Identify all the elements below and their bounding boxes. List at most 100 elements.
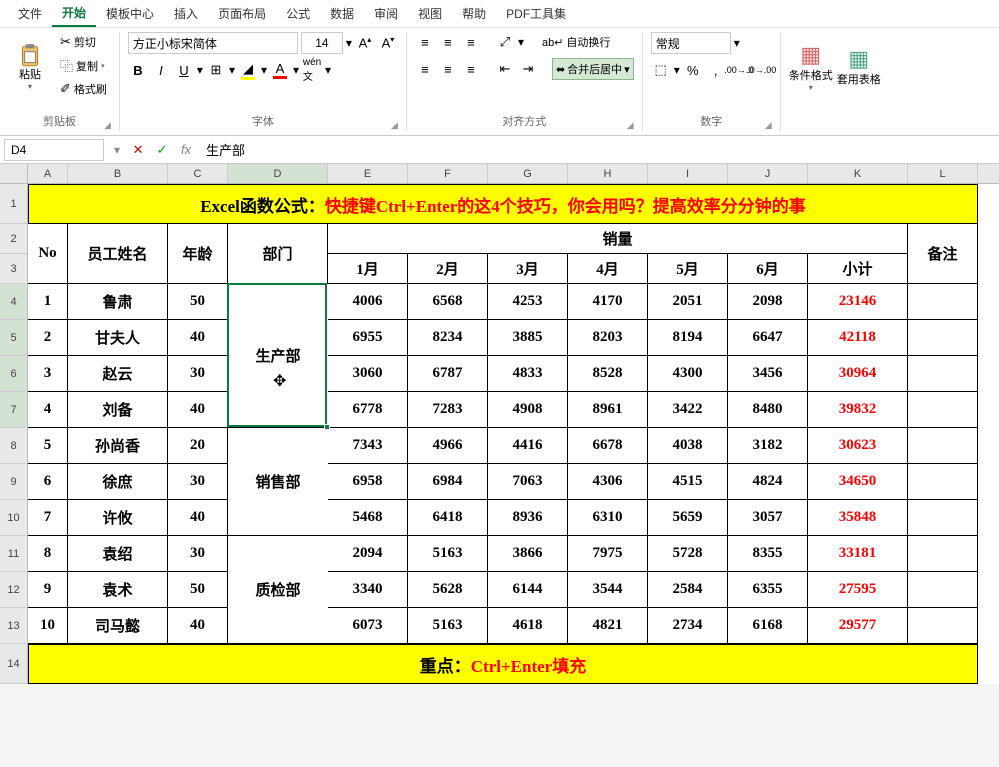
menu-review[interactable]: 审阅 xyxy=(364,1,408,26)
increase-font-button[interactable]: A▴ xyxy=(355,33,375,53)
bold-button[interactable]: B xyxy=(128,60,148,80)
menu-insert[interactable]: 插入 xyxy=(164,1,208,26)
menu-formula[interactable]: 公式 xyxy=(276,1,320,26)
paste-button[interactable]: 粘贴 ▾ xyxy=(8,32,52,102)
header-month-3[interactable]: 3月 xyxy=(488,254,568,284)
fill-color-button[interactable]: ◢ xyxy=(238,60,258,80)
formula-input[interactable] xyxy=(198,139,999,161)
row-header-11[interactable]: 11 xyxy=(0,536,28,572)
phonetic-button[interactable]: wén文 xyxy=(302,60,322,80)
menu-data[interactable]: 数据 xyxy=(320,1,364,26)
align-middle-button[interactable]: ≡ xyxy=(438,32,458,52)
header-month-2[interactable]: 2月 xyxy=(408,254,488,284)
italic-button[interactable]: I xyxy=(151,60,171,80)
underline-button[interactable]: U xyxy=(174,60,194,80)
wrap-text-button[interactable]: ab↵自动换行 xyxy=(538,32,614,52)
header-month-6[interactable]: 6月 xyxy=(728,254,808,284)
name-box[interactable] xyxy=(4,139,104,161)
menu-help[interactable]: 帮助 xyxy=(452,1,496,26)
conditional-format-button[interactable]: ▦ 条件格式▾ xyxy=(789,32,833,102)
row-header-10[interactable]: 10 xyxy=(0,500,28,536)
col-header-D[interactable]: D xyxy=(228,164,328,183)
col-header-E[interactable]: E xyxy=(328,164,408,183)
header-month-1[interactable]: 1月 xyxy=(328,254,408,284)
align-dialog-launcher[interactable]: ◢ xyxy=(627,120,634,131)
row-header-5[interactable]: 5 xyxy=(0,320,28,356)
clipboard-dialog-launcher[interactable]: ◢ xyxy=(104,120,111,131)
row-header-4[interactable]: 4 xyxy=(0,284,28,320)
menu-pdf[interactable]: PDF工具集 xyxy=(496,1,576,26)
col-header-H[interactable]: H xyxy=(568,164,648,183)
col-header-K[interactable]: K xyxy=(808,164,908,183)
header-subtotal[interactable]: 小计 xyxy=(808,254,908,284)
align-center-button[interactable]: ≡ xyxy=(438,59,458,79)
number-dialog-launcher[interactable]: ◢ xyxy=(765,120,772,131)
header-sales[interactable]: 销量 xyxy=(328,224,908,254)
percent-button[interactable]: % xyxy=(683,60,703,80)
menu-file[interactable]: 文件 xyxy=(8,1,52,26)
header-month-5[interactable]: 5月 xyxy=(648,254,728,284)
align-bottom-button[interactable]: ≡ xyxy=(461,32,481,52)
number-format-select[interactable] xyxy=(651,32,731,54)
orientation-button[interactable]: ⤢ xyxy=(495,32,515,52)
menu-view[interactable]: 视图 xyxy=(408,1,452,26)
col-header-G[interactable]: G xyxy=(488,164,568,183)
dept-cell-0[interactable]: 生产部 xyxy=(228,284,328,428)
cut-button[interactable]: ✂剪切 xyxy=(56,32,111,52)
header-month-4[interactable]: 4月 xyxy=(568,254,648,284)
font-dialog-launcher[interactable]: ◢ xyxy=(391,120,398,131)
col-header-I[interactable]: I xyxy=(648,164,728,183)
row-header-6[interactable]: 6 xyxy=(0,356,28,392)
decrease-font-button[interactable]: A▾ xyxy=(378,33,398,53)
spreadsheet-grid[interactable]: ABCDEFGHIJKL 1234567891011121314 Excel函数… xyxy=(0,164,999,684)
col-header-F[interactable]: F xyxy=(408,164,488,183)
align-left-button[interactable]: ≡ xyxy=(415,59,435,79)
merge-center-button[interactable]: ⬌合并后居中▾ xyxy=(552,58,634,80)
select-all-corner[interactable] xyxy=(0,164,28,183)
font-family-select[interactable] xyxy=(128,32,298,54)
row-header-3[interactable]: 3 xyxy=(0,254,28,284)
indent-decrease-button[interactable]: ⇤ xyxy=(495,59,515,79)
formula-cancel-button[interactable]: ✕ xyxy=(126,139,150,161)
row-header-14[interactable]: 14 xyxy=(0,644,28,684)
format-table-button[interactable]: ▦ 套用表格 xyxy=(837,32,881,102)
dept-cell-1[interactable]: 销售部 xyxy=(228,428,328,536)
header-no[interactable]: No xyxy=(28,224,68,284)
accounting-button[interactable]: ⬚ xyxy=(651,60,671,80)
col-header-L[interactable]: L xyxy=(908,164,978,183)
col-header-A[interactable]: A xyxy=(28,164,68,183)
menu-home[interactable]: 开始 xyxy=(52,0,96,27)
align-top-button[interactable]: ≡ xyxy=(415,32,435,52)
row-header-12[interactable]: 12 xyxy=(0,572,28,608)
cells-area[interactable]: Excel函数公式：快捷键Ctrl+Enter的这4个技巧，你会用吗？提高效率分… xyxy=(28,184,978,684)
increase-decimal-button[interactable]: .00→.0 xyxy=(729,60,749,80)
row-header-9[interactable]: 9 xyxy=(0,464,28,500)
dept-cell-2[interactable]: 质检部 xyxy=(228,536,328,644)
header-dept[interactable]: 部门 xyxy=(228,224,328,284)
fill-handle[interactable] xyxy=(324,424,330,430)
copy-button[interactable]: ⿻复制▾ xyxy=(56,54,111,77)
align-right-button[interactable]: ≡ xyxy=(461,59,481,79)
header-name[interactable]: 员工姓名 xyxy=(68,224,168,284)
decrease-decimal-button[interactable]: .0→.00 xyxy=(752,60,772,80)
formula-confirm-button[interactable]: ✓ xyxy=(150,139,174,161)
row-header-13[interactable]: 13 xyxy=(0,608,28,644)
row-header-8[interactable]: 8 xyxy=(0,428,28,464)
border-button[interactable]: ⊞ xyxy=(206,60,226,80)
header-age[interactable]: 年龄 xyxy=(168,224,228,284)
indent-increase-button[interactable]: ⇥ xyxy=(518,59,538,79)
header-remark[interactable]: 备注 xyxy=(908,224,978,284)
row-header-1[interactable]: 1 xyxy=(0,184,28,224)
comma-button[interactable]: , xyxy=(706,60,726,80)
col-header-C[interactable]: C xyxy=(168,164,228,183)
row-header-2[interactable]: 2 xyxy=(0,224,28,254)
col-header-B[interactable]: B xyxy=(68,164,168,183)
col-header-J[interactable]: J xyxy=(728,164,808,183)
font-size-select[interactable] xyxy=(301,32,343,54)
menu-template[interactable]: 模板中心 xyxy=(96,1,164,26)
format-painter-button[interactable]: ✐格式刷 xyxy=(56,79,111,99)
row-header-7[interactable]: 7 xyxy=(0,392,28,428)
footer-cell[interactable]: 重点：Ctrl+Enter填充 xyxy=(28,644,978,684)
font-color-button[interactable]: A xyxy=(270,60,290,80)
menu-layout[interactable]: 页面布局 xyxy=(208,1,276,26)
